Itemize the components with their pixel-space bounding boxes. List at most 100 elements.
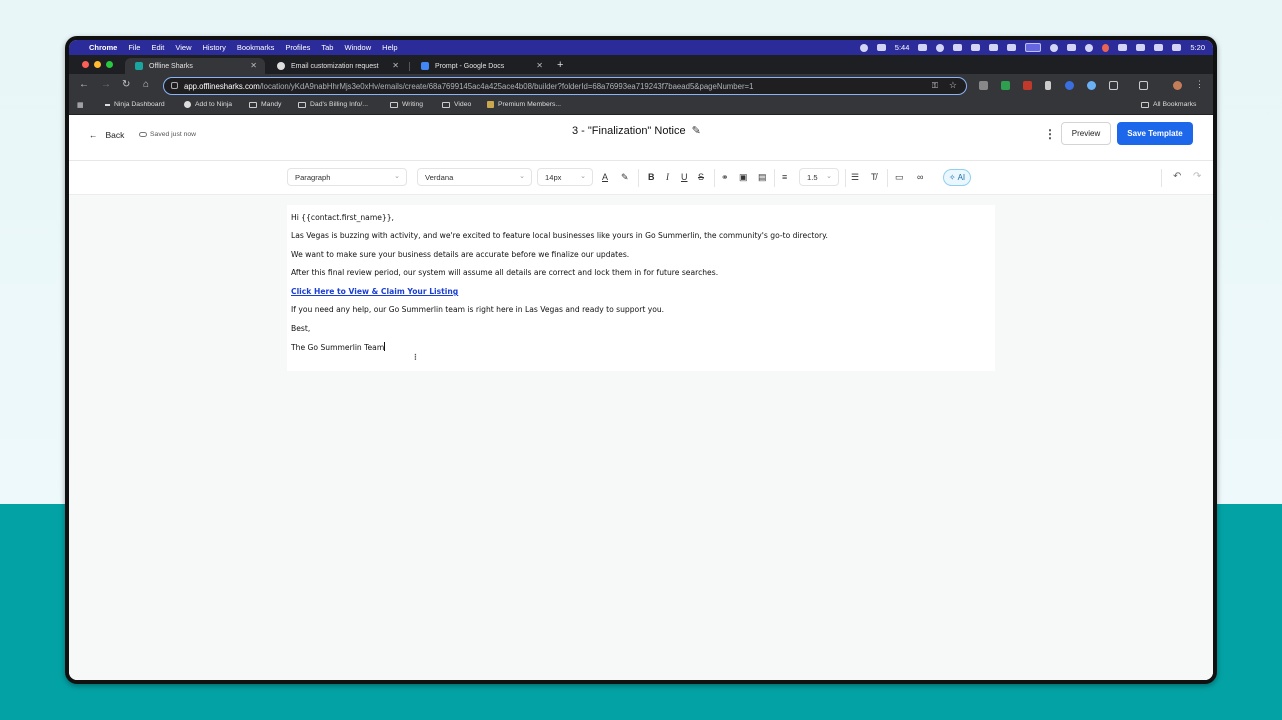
status-icon[interactable] [953,44,963,51]
tab-google-docs[interactable]: Prompt - Google Docs ✕ [411,58,551,74]
menu-view[interactable]: View [175,43,191,52]
more-options-icon[interactable]: ⋮ [1044,127,1056,141]
maximize-window-icon[interactable] [106,61,113,68]
file-icon[interactable]: ▤ [758,172,767,183]
status-icon[interactable] [1007,44,1017,51]
new-tab-icon[interactable]: + [557,59,563,71]
template-title[interactable]: 3 - "Finalization" Notice ✎ [572,124,701,138]
text-color-icon[interactable]: A [602,172,608,183]
claim-listing-link[interactable]: Click Here to View & Claim Your Listing [291,287,458,296]
link-icon[interactable]: ⚭ [721,172,729,183]
extension-icon[interactable] [1001,81,1010,90]
close-tab-icon[interactable]: ✕ [536,61,543,70]
calendar-extension-icon[interactable] [1023,81,1032,90]
status-icon[interactable] [1118,44,1128,51]
status-icon[interactable] [936,43,945,52]
battery-icon[interactable] [1154,44,1164,51]
close-tab-icon[interactable]: ✕ [392,61,399,70]
all-bookmarks[interactable]: All Bookmarks [1141,101,1196,108]
highlight-icon[interactable]: ✎ [621,172,629,183]
menu-window[interactable]: Window [344,43,371,52]
extension-icon[interactable] [979,81,988,90]
email-body-editor[interactable]: Hi {{contact.first_name}}, Las Vegas is … [287,205,995,371]
italic-icon[interactable]: I [666,172,669,183]
strikethrough-icon[interactable]: S [698,172,704,183]
menu-tab[interactable]: Tab [321,43,333,52]
bookmark-writing[interactable]: Writing [390,101,423,108]
chrome-menu-icon[interactable]: ⋮ [1195,79,1204,90]
status-icon[interactable] [859,43,868,52]
status-icon[interactable] [971,44,981,51]
apps-grid-icon[interactable]: ▦ [77,101,83,109]
font-family-select[interactable]: Verdana ⌄ [417,168,532,186]
side-panel-icon[interactable] [1139,81,1148,90]
status-icon[interactable] [1050,43,1059,52]
home-icon[interactable]: ⌂ [143,79,149,90]
menu-app-name[interactable]: Chrome [89,43,117,52]
greeting-line[interactable]: Hi {{contact.first_name}}, [291,213,394,222]
bookmark-video[interactable]: Video [442,101,471,108]
line-height-select[interactable]: 1.5 ⌄ [799,168,839,186]
reload-icon[interactable]: ↻ [122,79,130,90]
timer-readout[interactable]: 5:44 [895,43,910,52]
body-paragraph[interactable]: After this final review period, our syst… [291,268,718,277]
search-icon[interactable] [1085,43,1094,52]
bookmark-star-icon[interactable]: ☆ [949,80,957,91]
pen-extension-icon[interactable] [1045,81,1051,90]
back-button[interactable]: ← Back [89,130,124,140]
image-icon[interactable]: ▣ [739,172,748,183]
signature-line[interactable]: The Go Summerlin Team [291,342,386,352]
bookmark-dads-billing[interactable]: Dad's Billing Info/... [298,101,368,108]
address-bar[interactable]: app.offlinesharks.com/location/yKdA9nabH… [163,77,967,95]
menu-bookmarks[interactable]: Bookmarks [237,43,275,52]
profile-avatar[interactable] [1173,81,1182,90]
body-paragraph[interactable]: We want to make sure your business detai… [291,250,629,259]
minimize-window-icon[interactable] [94,61,101,68]
redo-icon[interactable]: ↷ [1193,171,1201,182]
status-icon[interactable] [918,44,928,51]
bookmark-premium-members[interactable]: Premium Members... [487,101,561,108]
align-icon[interactable]: ≡ [782,172,787,183]
menu-help[interactable]: Help [382,43,397,52]
custom-link-icon[interactable]: ∞ [917,172,923,183]
record-icon[interactable] [1102,43,1110,52]
block-type-select[interactable]: Paragraph ⌄ [287,168,407,186]
preview-button[interactable]: Preview [1061,122,1111,145]
font-size-select[interactable]: 14px ⌄ [537,168,593,186]
bullet-list-icon[interactable]: ☰ [851,172,859,183]
edit-pencil-icon[interactable]: ✎ [692,124,701,137]
forward-arrow-icon[interactable]: → [101,79,111,90]
tab-email-customization[interactable]: Email customization request ✕ [267,58,407,74]
save-template-button[interactable]: Save Template [1117,122,1193,145]
bold-icon[interactable]: B [648,172,655,183]
status-icon[interactable] [1067,44,1077,51]
bookmark-add-to-ninja[interactable]: Add to Ninja [184,101,232,108]
sign-off-line[interactable]: Best, [291,324,310,333]
menu-history[interactable]: History [203,43,226,52]
bookmark-mandy[interactable]: Mandy [249,101,281,108]
site-info-icon[interactable] [171,82,178,89]
screen-share-icon[interactable] [1025,43,1042,52]
back-arrow-icon[interactable]: ← [79,79,89,90]
menu-profiles[interactable]: Profiles [285,43,310,52]
clear-format-icon[interactable]: T̸ [871,172,877,183]
ai-assistant-button[interactable]: ✧ AI [943,169,971,186]
clock[interactable]: 5:20 [1190,43,1205,52]
status-icon[interactable] [876,44,886,51]
body-paragraph[interactable]: If you need any help, our Go Summerlin t… [291,305,664,314]
undo-icon[interactable]: ↶ [1173,171,1181,182]
extension-icon[interactable] [1065,81,1074,90]
menu-file[interactable]: File [128,43,140,52]
control-center-icon[interactable] [1172,44,1182,51]
menu-edit[interactable]: Edit [151,43,164,52]
close-tab-icon[interactable]: ✕ [250,61,257,70]
wifi-icon[interactable] [1136,44,1146,51]
button-block-icon[interactable]: ▭ [895,172,904,183]
dropbox-icon[interactable] [989,44,999,51]
password-key-icon[interactable]: ⚿ [932,81,938,91]
close-window-icon[interactable] [82,61,89,68]
tab-offline-sharks[interactable]: Offline Sharks ✕ [125,58,265,74]
extensions-puzzle-icon[interactable] [1109,81,1118,90]
bookmark-ninja-dashboard[interactable]: Ninja Dashboard [105,101,165,108]
extension-icon[interactable] [1087,81,1096,90]
